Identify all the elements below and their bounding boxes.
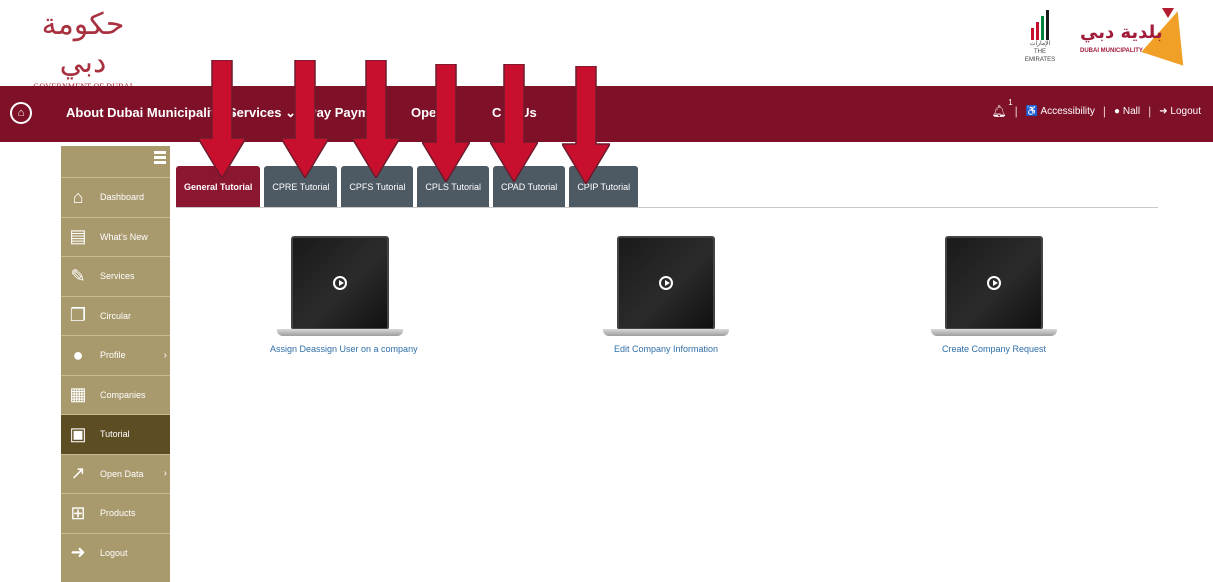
divider: |	[1102, 104, 1107, 118]
laptop-screen	[291, 236, 389, 330]
uae-brand-logo: الإمارات THE EMIRATES	[1020, 10, 1060, 64]
sidebar-toggle[interactable]	[61, 146, 170, 177]
home-icon[interactable]: ⌂	[10, 102, 32, 124]
play-icon[interactable]	[659, 276, 673, 290]
uae-logo-text-ar: الإمارات	[1029, 41, 1051, 47]
video-file-icon: ▣	[69, 423, 87, 444]
divider: |	[1014, 104, 1018, 118]
sidebar-item-services[interactable]: ✎ Services	[61, 256, 170, 296]
dm-logo-text-ar: بلدية دبي	[1080, 22, 1163, 43]
user-icon: ●	[72, 344, 84, 365]
video-thumbnail[interactable]	[277, 236, 403, 336]
sidebar-item-open-data[interactable]: ↗ Open Data ›	[61, 453, 170, 494]
accessibility-icon: ♿	[1025, 105, 1039, 117]
accessibility-link[interactable]: ♿ Accessibility	[1026, 106, 1095, 117]
government-of-dubai-logo[interactable]: حكومة دبي GOVERNMENT OF DUBAI	[28, 6, 138, 91]
user-name: Nall	[1122, 105, 1141, 117]
sidebar-list: ⌂ Dashboard ▤ What's New ✎ Services ❐ Circular ●…	[61, 177, 170, 572]
logout-label: Logout	[1170, 105, 1201, 117]
sidebar-item-label: Products	[100, 508, 136, 519]
sidebar-item-profile[interactable]: ● Profile ›	[61, 335, 170, 375]
sidebar-item-circular[interactable]: ❐ Circular	[61, 295, 170, 336]
uae-logo-text-en: THE EMIRATES	[1024, 49, 1056, 63]
red-arrow-annotation	[281, 60, 329, 178]
sidebar-item-label: Logout	[100, 547, 128, 558]
dubai-municipality-logo[interactable]: بلدية دبي DUBAI MUNICIPALITY	[1080, 4, 1199, 66]
red-arrow-annotation	[562, 66, 610, 184]
notification-count: 1	[1008, 98, 1013, 107]
uae-logo-bars	[1020, 10, 1060, 40]
sidebar-item-dashboard[interactable]: ⌂ Dashboard	[61, 177, 170, 217]
laptop-base	[603, 329, 729, 336]
laptop-screen	[945, 236, 1043, 330]
bell-icon: 🔔︎	[991, 104, 1007, 118]
divider: |	[1148, 104, 1152, 118]
wrench-icon: ✎	[70, 265, 86, 286]
sidebar-item-products[interactable]: ⊞ Products	[61, 493, 170, 533]
gift-icon: ⊞	[70, 502, 86, 523]
laptop-base	[931, 329, 1057, 336]
dm-logo-text-en: DUBAI MUNICIPALITY	[1080, 48, 1143, 54]
dm-logo-accent	[1162, 8, 1174, 18]
sidebar-item-label: Circular	[100, 310, 132, 321]
video-title-link[interactable]: Create Company Request	[924, 344, 1064, 354]
chart-line-icon: ↗	[70, 463, 86, 484]
home-icon: ⌂	[72, 186, 84, 207]
logout-icon: ➜	[1159, 105, 1168, 117]
sidebar-item-label: Services	[100, 271, 135, 282]
play-icon[interactable]	[333, 276, 347, 290]
sidebar-item-logout[interactable]: ➜ Logout	[61, 532, 170, 573]
video-title-link[interactable]: Assign Deassign User on a company	[270, 344, 418, 354]
red-arrow-annotation	[490, 64, 538, 182]
copy-icon: ❐	[69, 305, 87, 326]
hamburger-icon	[154, 151, 166, 166]
tabs-divider	[176, 207, 1158, 208]
logout-link[interactable]: ➜ Logout	[1159, 106, 1201, 117]
sidebar-item-companies[interactable]: ▦ Companies	[61, 374, 170, 415]
nav-utilities: 🔔︎ 1 | ♿ Accessibility | ● Nall | ➜ Logou…	[991, 98, 1201, 118]
page: حكومة دبي GOVERNMENT OF DUBAI الإمارات T…	[0, 0, 1213, 582]
play-icon[interactable]	[987, 276, 1001, 290]
laptop-screen	[617, 236, 715, 330]
video-card[interactable]: Assign Deassign User on a company	[270, 236, 418, 354]
notifications-button[interactable]: 🔔︎ 1	[991, 98, 1012, 118]
gov-logo-calligraphy: حكومة دبي	[41, 7, 125, 80]
video-thumbnail[interactable]	[931, 236, 1057, 336]
sidebar-item-label: Open Data	[100, 468, 144, 479]
red-arrow-annotation	[352, 60, 400, 178]
video-card[interactable]: Edit Company Information	[596, 236, 736, 354]
sidebar-item-what-s-new[interactable]: ▤ What's New	[61, 216, 170, 257]
laptop-base	[277, 329, 403, 336]
sidebar-item-label: Companies	[100, 389, 146, 400]
newspaper-icon: ▤	[69, 226, 87, 247]
accessibility-label: Accessibility	[1040, 105, 1095, 117]
sidebar-item-label: Dashboard	[100, 192, 145, 203]
red-arrow-annotation	[198, 60, 246, 178]
chevron-right-icon: ›	[163, 349, 167, 361]
red-arrow-annotation	[422, 64, 470, 182]
building-icon: ▦	[69, 384, 87, 405]
user-menu[interactable]: ● Nall	[1114, 106, 1140, 117]
video-thumbnail[interactable]	[603, 236, 729, 336]
video-title-link[interactable]: Edit Company Information	[596, 344, 736, 354]
chevron-right-icon: ›	[163, 468, 167, 480]
sidebar: ⌂ Dashboard ▤ What's New ✎ Services ❐ Circular ●…	[61, 146, 170, 582]
video-card[interactable]: Create Company Request	[924, 236, 1064, 354]
logout-icon: ➜	[70, 542, 86, 563]
sidebar-item-label: Profile	[100, 350, 126, 361]
sidebar-item-label: Tutorial	[100, 429, 130, 440]
sidebar-item-tutorial[interactable]: ▣ Tutorial	[61, 414, 170, 454]
sidebar-item-label: What's New	[100, 231, 148, 242]
user-icon: ●	[1114, 105, 1121, 117]
